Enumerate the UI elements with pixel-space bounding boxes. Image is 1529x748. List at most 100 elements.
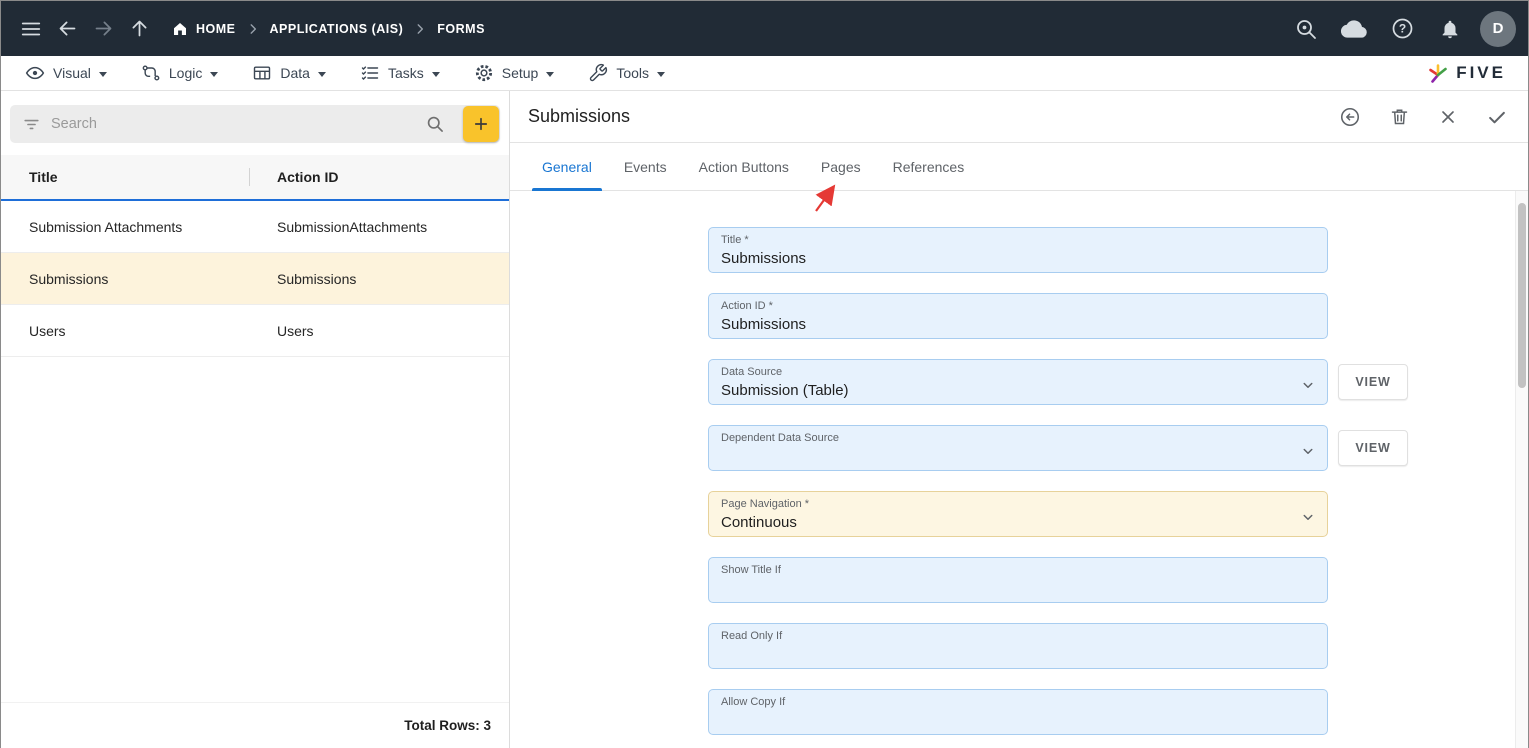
tab-label: Events bbox=[624, 159, 667, 175]
field-row: Title * Submissions bbox=[708, 227, 1328, 273]
checklist-icon bbox=[360, 63, 380, 83]
delete-button[interactable] bbox=[1389, 106, 1410, 127]
add-record-button[interactable] bbox=[463, 106, 499, 142]
row-title: Submissions bbox=[1, 271, 250, 287]
menu-tasks[interactable]: Tasks bbox=[346, 56, 460, 90]
menu-label: Setup bbox=[502, 65, 539, 81]
data-source-select[interactable]: Data Source Submission (Table) bbox=[708, 359, 1328, 405]
help-icon: ? bbox=[1391, 17, 1414, 40]
notifications-button[interactable] bbox=[1432, 11, 1468, 47]
column-header-action-id[interactable]: Action ID bbox=[250, 169, 509, 185]
field-row: Data Source Submission (Table) VIEW bbox=[708, 359, 1328, 405]
menu-visual[interactable]: Visual bbox=[11, 56, 127, 90]
tab-label: References bbox=[893, 159, 965, 175]
save-button[interactable] bbox=[1486, 106, 1508, 128]
arrow-left-icon bbox=[57, 18, 78, 39]
table-row[interactable]: Submission Attachments SubmissionAttachm… bbox=[1, 201, 509, 253]
five-logo-text: FIVE bbox=[1456, 63, 1506, 83]
menu-label: Tasks bbox=[388, 65, 424, 81]
five-logo: FIVE bbox=[1426, 56, 1518, 90]
dependent-data-source-select[interactable]: Dependent Data Source bbox=[708, 425, 1328, 471]
tab-action-buttons[interactable]: Action Buttons bbox=[683, 143, 805, 190]
field-row: Allow Copy If bbox=[708, 689, 1328, 735]
tab-label: Action Buttons bbox=[699, 159, 789, 175]
search-bar bbox=[10, 105, 500, 143]
caret-down-icon bbox=[432, 72, 440, 77]
field-row: Action ID * Submissions bbox=[708, 293, 1328, 339]
cloud-button[interactable] bbox=[1336, 11, 1372, 47]
allow-copy-if-field[interactable]: Allow Copy If bbox=[708, 689, 1328, 735]
tab-label: Pages bbox=[821, 159, 861, 175]
menu-logic[interactable]: Logic bbox=[127, 56, 238, 90]
up-button[interactable] bbox=[121, 11, 157, 47]
breadcrumb-forms[interactable]: FORMS bbox=[437, 22, 485, 36]
menu-setup[interactable]: Setup bbox=[460, 56, 575, 90]
table-row[interactable]: Users Users bbox=[1, 305, 509, 357]
menubar: Visual Logic Data Tasks Setup Tools bbox=[1, 56, 1528, 91]
avatar[interactable]: D bbox=[1480, 11, 1516, 47]
row-action-id: SubmissionAttachments bbox=[250, 219, 509, 235]
field-label: Read Only If bbox=[721, 630, 1287, 643]
column-header-title[interactable]: Title bbox=[1, 169, 249, 185]
menu-label: Tools bbox=[616, 65, 649, 81]
action-id-field[interactable]: Action ID * Submissions bbox=[708, 293, 1328, 339]
menu-data[interactable]: Data bbox=[238, 56, 346, 90]
svg-text:?: ? bbox=[1398, 22, 1405, 36]
view-data-source-button[interactable]: VIEW bbox=[1338, 364, 1408, 400]
read-only-if-field[interactable]: Read Only If bbox=[708, 623, 1328, 669]
row-action-id: Users bbox=[250, 323, 509, 339]
page-navigation-select[interactable]: Page Navigation * Continuous bbox=[708, 491, 1328, 537]
detail-tabs: General Events Action Buttons Pages Refe… bbox=[510, 143, 1528, 191]
menu-tools[interactable]: Tools bbox=[574, 56, 685, 90]
branch-icon bbox=[141, 63, 161, 83]
tab-references[interactable]: References bbox=[877, 143, 981, 190]
gear-icon bbox=[474, 63, 494, 83]
chevron-down-icon[interactable] bbox=[1299, 442, 1317, 460]
breadcrumb-applications[interactable]: APPLICATIONS (AIS) bbox=[270, 22, 404, 36]
show-title-if-field[interactable]: Show Title If bbox=[708, 557, 1328, 603]
field-row: Read Only If bbox=[708, 623, 1328, 669]
tab-pages[interactable]: Pages bbox=[805, 143, 877, 190]
menu-label: Data bbox=[280, 65, 310, 81]
back-button[interactable] bbox=[49, 11, 85, 47]
home-icon bbox=[171, 20, 189, 38]
search-icon[interactable] bbox=[425, 114, 445, 134]
tab-label: General bbox=[542, 159, 592, 175]
field-label: Data Source bbox=[721, 366, 1287, 379]
search-input[interactable] bbox=[51, 116, 415, 132]
title-field[interactable]: Title * Submissions bbox=[708, 227, 1328, 273]
chevron-down-icon[interactable] bbox=[1299, 508, 1317, 526]
form-fields: Title * Submissions Action ID * Submissi… bbox=[708, 227, 1328, 735]
table-row-selected[interactable]: Submissions Submissions bbox=[1, 253, 509, 305]
arrow-up-icon bbox=[129, 18, 150, 39]
scrollbar-track[interactable] bbox=[1515, 191, 1528, 748]
help-button[interactable]: ? bbox=[1384, 11, 1420, 47]
forms-list-panel: Title Action ID Submission Attachments S… bbox=[1, 91, 510, 748]
search-eye-icon bbox=[1294, 17, 1318, 41]
breadcrumb-home[interactable]: HOME bbox=[171, 20, 236, 38]
caret-down-icon bbox=[210, 72, 218, 77]
undo-circle-icon bbox=[1339, 106, 1361, 128]
scrollbar-thumb[interactable] bbox=[1518, 203, 1526, 388]
close-button[interactable] bbox=[1438, 107, 1458, 127]
field-value: Submissions bbox=[721, 248, 1287, 269]
forward-button[interactable] bbox=[85, 11, 121, 47]
revert-button[interactable] bbox=[1339, 106, 1361, 128]
tab-general[interactable]: General bbox=[526, 143, 608, 190]
chevron-down-icon[interactable] bbox=[1299, 376, 1317, 394]
tab-events[interactable]: Events bbox=[608, 143, 683, 190]
global-search-button[interactable] bbox=[1288, 11, 1324, 47]
caret-down-icon bbox=[657, 72, 665, 77]
caret-down-icon bbox=[318, 72, 326, 77]
field-value: Submission (Table) bbox=[721, 380, 1287, 401]
breadcrumb-label: APPLICATIONS (AIS) bbox=[270, 22, 404, 36]
menu-button[interactable] bbox=[13, 11, 49, 47]
field-label: Allow Copy If bbox=[721, 696, 1287, 709]
topbar: HOME APPLICATIONS (AIS) FORMS ? bbox=[1, 1, 1528, 56]
content: Title Action ID Submission Attachments S… bbox=[1, 91, 1528, 748]
field-value: Continuous bbox=[721, 512, 1287, 533]
view-dependent-data-source-button[interactable]: VIEW bbox=[1338, 430, 1408, 466]
row-title: Submission Attachments bbox=[1, 219, 250, 235]
filter-icon[interactable] bbox=[22, 115, 41, 134]
chevron-right-icon bbox=[413, 22, 427, 36]
